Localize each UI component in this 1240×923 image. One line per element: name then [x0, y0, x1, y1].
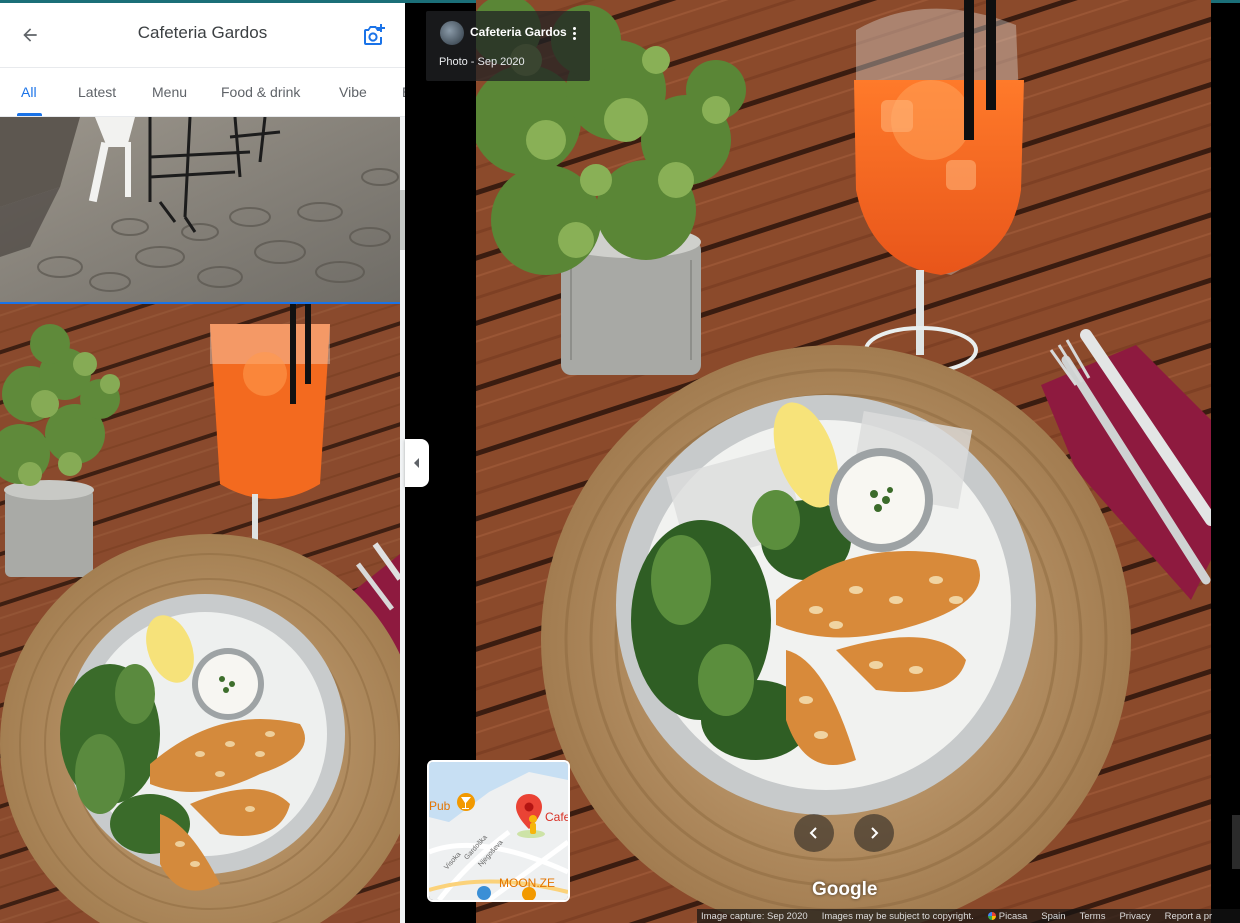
viewer-footer: Image capture: Sep 2020 Images may be su… — [697, 909, 1240, 923]
tab-vibe[interactable]: Vibe — [339, 84, 367, 100]
tab-menu[interactable]: Menu — [152, 84, 187, 100]
tab-latest[interactable]: Latest — [78, 84, 116, 100]
photo-date: Photo - Sep 2020 — [439, 56, 525, 68]
privacy-link[interactable]: Privacy — [1119, 911, 1150, 922]
minimap-label-cafe: Cafe — [545, 810, 568, 824]
collapse-panel-button[interactable] — [405, 439, 429, 487]
google-logo: Google — [812, 879, 878, 900]
photo-grid — [0, 117, 400, 923]
picasa-link[interactable]: Picasa — [987, 910, 1028, 922]
report-problem-link[interactable]: Report a pr — [1165, 911, 1213, 922]
tab-all[interactable]: All — [21, 84, 37, 100]
previous-photo-button[interactable] — [794, 814, 834, 852]
minimap-graphic: Pub Cafe MOON.ZE Visoka Gardoška Njegoše… — [429, 762, 568, 900]
picasa-icon — [987, 911, 996, 920]
photo-thumbnail-terrace[interactable] — [0, 117, 400, 302]
side-handle[interactable] — [1232, 815, 1240, 869]
contributor-avatar[interactable] — [440, 21, 464, 45]
contributor-name[interactable]: Cafeteria Gardos — [470, 25, 567, 39]
location-minimap[interactable]: Pub Cafe MOON.ZE Visoka Gardoška Njegoše… — [427, 760, 570, 902]
add-photo-icon — [364, 24, 385, 45]
terms-link[interactable]: Terms — [1080, 911, 1106, 922]
active-tab-indicator — [17, 113, 42, 116]
main-photo-food[interactable] — [476, 0, 1211, 923]
chevron-left-icon — [414, 458, 419, 468]
region-link[interactable]: Spain — [1041, 911, 1065, 922]
maps-photo-viewer: Cafeteria Gardos All Latest Menu Food & … — [0, 0, 1240, 923]
place-title: Cafeteria Gardos — [137, 23, 268, 42]
copyright-notice: Images may be subject to copyright. — [821, 910, 974, 922]
chevron-left-icon — [809, 827, 817, 839]
minimap-label-pub: Pub — [429, 799, 451, 813]
tab-food-drink[interactable]: Food & drink — [221, 84, 300, 100]
next-photo-button[interactable] — [854, 814, 894, 852]
photo-category-tabs: All Latest Menu Food & drink Vibe B — [0, 67, 405, 117]
capture-date: Image capture: Sep 2020 — [701, 910, 808, 922]
more-options-button[interactable] — [566, 22, 582, 44]
chevron-right-icon — [871, 827, 879, 839]
more-vert-icon — [572, 26, 576, 30]
minimap-label-moon: MOON.ZE — [499, 876, 555, 890]
panel-header: Cafeteria Gardos — [0, 3, 405, 66]
photo-thumbnail-food-selected[interactable] — [0, 304, 400, 923]
photo-info-card: Cafeteria Gardos Photo - Sep 2020 — [426, 11, 590, 81]
picasa-label: Picasa — [998, 910, 1028, 922]
photos-panel: Cafeteria Gardos All Latest Menu Food & … — [0, 0, 405, 923]
add-photo-button[interactable] — [358, 19, 390, 51]
